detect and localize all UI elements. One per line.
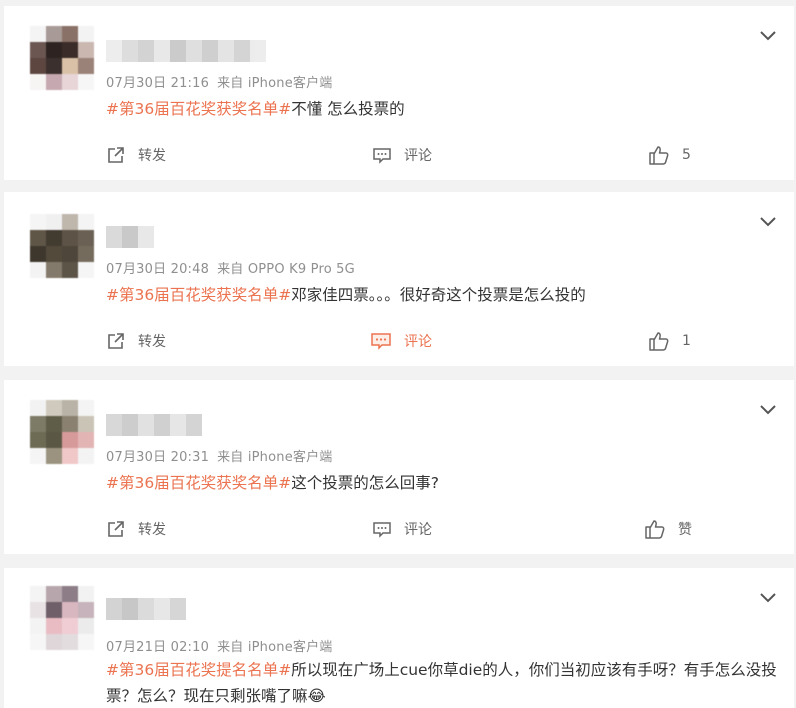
action-bar: 转发 评论 赞	[4, 516, 794, 542]
comment-icon	[371, 333, 391, 350]
post-source: 来自 iPhone客户端	[217, 450, 333, 465]
post-source: 来自 OPPO K9 Pro 5G	[217, 262, 355, 277]
chevron-down-icon[interactable]	[758, 400, 778, 420]
topic-link[interactable]: #第36届百花奖获奖名单#	[106, 100, 291, 118]
post-text: #第36届百花奖获奖名单#不懂 怎么投票的	[106, 96, 776, 122]
repost-label: 转发	[138, 334, 166, 350]
like-label: 赞	[678, 522, 692, 538]
username-blurred[interactable]	[106, 414, 202, 436]
comment-feed: 07月30日 21:16 来自 iPhone客户端 #第36届百花奖获奖名单#不懂…	[0, 0, 796, 708]
comment-label: 评论	[404, 522, 432, 538]
post-time[interactable]: 07月30日 21:16	[106, 76, 209, 91]
post-meta: 07月30日 20:31 来自 iPhone客户端	[106, 446, 333, 465]
comment-card: 07月30日 21:16 来自 iPhone客户端 #第36届百花奖获奖名单#不懂…	[4, 6, 794, 180]
comment-button[interactable]: 评论	[372, 516, 432, 542]
post-body: 邓家佳四票。。。很好奇这个投票是怎么投的	[291, 286, 586, 304]
share-icon	[108, 333, 124, 349]
share-icon	[108, 521, 124, 537]
username-blurred[interactable]	[106, 40, 266, 62]
comment-label: 评论	[404, 334, 432, 350]
post-source: 来自 iPhone客户端	[217, 640, 333, 655]
post-text: #第36届百花奖提名名单#所以现在广场上cue你草die的人，你们当初应该有手呀…	[106, 657, 782, 708]
post-time[interactable]: 07月30日 20:31	[106, 450, 209, 465]
repost-button[interactable]: 转发	[106, 516, 166, 542]
avatar[interactable]	[30, 26, 94, 90]
like-button[interactable]: 5	[648, 142, 691, 168]
post-text: #第36届百花奖获奖名单#这个投票的怎么回事?	[106, 470, 776, 496]
thumbs-up-icon	[649, 146, 669, 165]
post-body: 不懂 怎么投票的	[291, 100, 405, 118]
repost-label: 转发	[138, 148, 166, 164]
topic-link[interactable]: #第36届百花奖获奖名单#	[106, 474, 291, 492]
comment-icon	[373, 522, 391, 538]
avatar[interactable]	[30, 400, 94, 464]
repost-label: 转发	[138, 522, 166, 538]
repost-button[interactable]: 转发	[106, 142, 166, 168]
username-blurred[interactable]	[106, 226, 154, 248]
thumbs-up-icon	[649, 332, 669, 351]
action-bar: 转发 评论 1	[4, 328, 794, 354]
post-meta: 07月21日 02:10 来自 iPhone客户端	[106, 636, 333, 655]
chevron-down-icon[interactable]	[758, 588, 778, 608]
avatar[interactable]	[30, 214, 94, 278]
like-button[interactable]: 赞	[644, 516, 692, 542]
post-text: #第36届百花奖获奖名单#邓家佳四票。。。很好奇这个投票是怎么投的	[106, 282, 776, 308]
post-time[interactable]: 07月30日 20:48	[106, 262, 209, 277]
post-time[interactable]: 07月21日 02:10	[106, 640, 209, 655]
comment-icon	[373, 148, 391, 164]
chevron-down-icon[interactable]	[758, 212, 778, 232]
post-source: 来自 iPhone客户端	[217, 76, 333, 91]
like-count: 1	[682, 333, 691, 349]
like-button[interactable]: 1	[648, 328, 691, 354]
comment-card: 07月21日 02:10 来自 iPhone客户端 #第36届百花奖提名名单#所以…	[4, 568, 794, 708]
post-meta: 07月30日 20:48 来自 OPPO K9 Pro 5G	[106, 258, 355, 277]
comment-button[interactable]: 评论	[372, 142, 432, 168]
comment-card: 07月30日 20:31 来自 iPhone客户端 #第36届百花奖获奖名单#这个…	[4, 380, 794, 554]
topic-link[interactable]: #第36届百花奖提名名单#	[106, 661, 291, 679]
action-bar: 转发 评论 5	[4, 142, 794, 168]
share-icon	[108, 147, 124, 163]
repost-button[interactable]: 转发	[106, 328, 166, 354]
chevron-down-icon[interactable]	[758, 26, 778, 46]
comment-button[interactable]: 评论	[370, 328, 432, 354]
comment-card: 07月30日 20:48 来自 OPPO K9 Pro 5G #第36届百花奖获奖…	[4, 192, 794, 366]
like-count: 5	[682, 147, 691, 163]
username-blurred[interactable]	[106, 598, 186, 620]
topic-link[interactable]: #第36届百花奖获奖名单#	[106, 286, 291, 304]
post-body: 这个投票的怎么回事?	[291, 474, 439, 492]
thumbs-up-icon	[645, 520, 665, 539]
post-meta: 07月30日 21:16 来自 iPhone客户端	[106, 72, 333, 91]
avatar[interactable]	[30, 586, 94, 650]
comment-label: 评论	[404, 148, 432, 164]
